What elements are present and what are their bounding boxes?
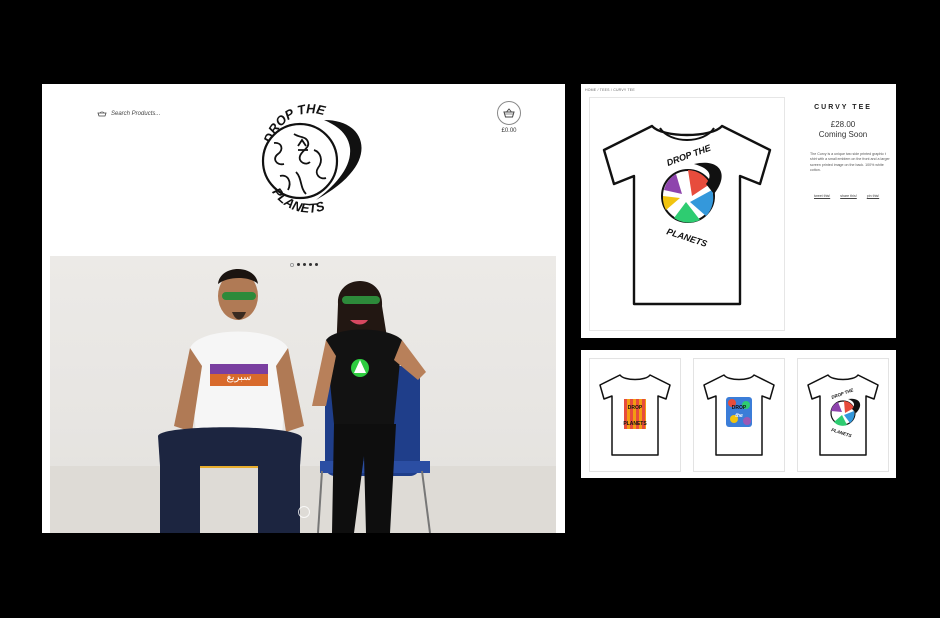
breadcrumb[interactable]: HOME / TEES / CURVY TEE (585, 88, 635, 92)
tweet-link[interactable]: tweet this! (814, 194, 830, 198)
svg-text:DROP: DROP (732, 405, 747, 411)
svg-text:DROP: DROP (628, 405, 643, 411)
man-sunglasses (222, 292, 256, 300)
share-links: tweet this! share this! pin this! (814, 194, 879, 198)
tshirt-thumb-3: DROP THE PLANETS (807, 374, 879, 456)
tshirt-thumb-2: DROP the (703, 374, 775, 456)
grid-item-1[interactable]: DROP PLANETS (589, 358, 681, 472)
product-image[interactable]: DROP THE PLANETS (589, 97, 785, 331)
slide-dot-5[interactable] (315, 263, 318, 266)
hero-slideshow[interactable]: سبريغ (50, 256, 556, 533)
grid-item-3[interactable]: DROP THE PLANETS (797, 358, 889, 472)
product-grid-panel: DROP PLANETS DROP the DROP THE PLANETS (581, 350, 896, 478)
search-bar[interactable]: Search Products... (97, 111, 160, 117)
slide-dot-3[interactable] (303, 263, 306, 266)
product-price: £28.00 (830, 120, 856, 129)
product-status: Coming Soon (818, 130, 868, 139)
grid-item-2[interactable]: DROP the (693, 358, 785, 472)
cart-button[interactable]: £0.00 (494, 101, 524, 134)
tshirt-illustration: DROP THE PLANETS (602, 124, 772, 306)
svg-text:the: the (735, 413, 743, 419)
tshirt-thumb-1: DROP PLANETS (599, 374, 671, 456)
woman-sunglasses (342, 296, 380, 304)
basket-search-icon (97, 111, 107, 117)
homepage-panel: Search Products... DROP THE PLANETS £0.0… (42, 84, 565, 533)
product-title: CURVY TEE (814, 104, 872, 111)
hero-photo: سبريغ (50, 269, 556, 533)
svg-text:PLANETS: PLANETS (623, 421, 647, 427)
basket-icon (503, 108, 515, 118)
pin-link[interactable]: pin this! (867, 194, 879, 198)
share-link[interactable]: share this! (840, 194, 857, 198)
woman-tshirt (326, 329, 402, 424)
cart-total: £0.00 (501, 128, 517, 134)
shirt-print-text: سبريغ (226, 372, 251, 383)
slide-dots[interactable] (290, 263, 318, 267)
cart-circle[interactable] (497, 101, 521, 125)
search-input[interactable]: Search Products... (111, 111, 160, 117)
slide-dot-1[interactable] (290, 263, 294, 267)
product-description: The Curvy is a unique two side printed g… (810, 152, 890, 173)
slide-dot-2[interactable] (297, 263, 300, 266)
slide-dot-4[interactable] (309, 263, 312, 266)
slide-indicator-icon[interactable] (298, 506, 310, 518)
drop-the-planets-logo[interactable]: DROP THE PLANETS (254, 98, 369, 218)
product-page-panel: HOME / TEES / CURVY TEE DROP THE PLANETS… (581, 84, 896, 338)
